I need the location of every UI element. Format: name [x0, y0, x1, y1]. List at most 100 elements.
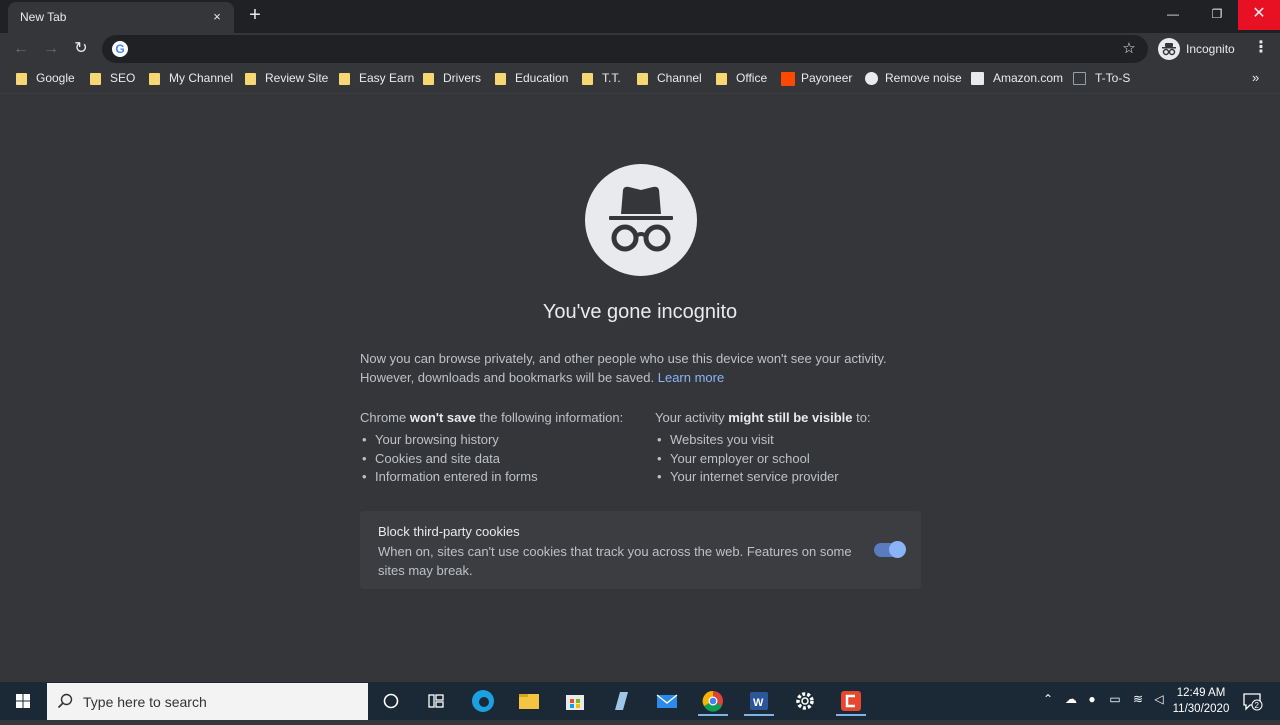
show-hidden-icons[interactable]: ⌃: [1040, 692, 1056, 710]
bookmark-label: Review Site: [265, 71, 329, 85]
list-item: Your employer or school: [655, 450, 925, 469]
search-icon: [57, 693, 73, 709]
maximize-button[interactable]: ❐: [1196, 0, 1238, 30]
globe-icon: [865, 72, 878, 85]
reload-button[interactable]: ↻: [70, 38, 92, 60]
battery-icon[interactable]: ▭: [1106, 692, 1124, 710]
bookmark-star-icon[interactable]: ☆: [1120, 40, 1138, 58]
notification-count: 2: [1255, 701, 1260, 710]
incognito-page: You've gone incognito Now you can browse…: [0, 95, 1280, 682]
microphone-icon[interactable]: ●: [1084, 692, 1100, 710]
bookmark-label: Channel: [657, 71, 702, 85]
folder-icon: [716, 73, 727, 85]
list-item: Information entered in forms: [360, 468, 650, 487]
edge-icon[interactable]: [468, 686, 498, 716]
visible-to-heading: Your activity might still be visible to:: [655, 410, 871, 425]
toggle-knob: [889, 541, 906, 558]
not-saved-column: Chrome won't save the following informat…: [360, 409, 650, 487]
clock-time: 12:49 AM: [1176, 687, 1226, 699]
minimize-button[interactable]: —: [1152, 0, 1194, 30]
bookmark-label: Drivers: [443, 71, 481, 85]
store-icon[interactable]: [560, 686, 590, 716]
bookmark-label: T-To-S: [1095, 71, 1131, 85]
list-item: Your browsing history: [360, 431, 650, 450]
tab-new-tab[interactable]: New Tab ×: [8, 2, 234, 33]
mail-icon[interactable]: [652, 686, 682, 716]
profile-label: Incognito: [1186, 42, 1235, 56]
folder-icon: [495, 73, 506, 85]
bookmarks-more-button[interactable]: »: [1252, 70, 1268, 86]
file-explorer-icon[interactable]: [514, 686, 544, 716]
clock[interactable]: 12:49 AM 11/30/2020: [1168, 685, 1234, 717]
cookie-description: When on, sites can't use cookies that tr…: [378, 544, 852, 578]
notepad-icon[interactable]: [606, 686, 636, 716]
intro-line-1: Now you can browse privately, and other …: [360, 351, 887, 366]
incognito-logo-icon: [585, 164, 697, 276]
bookmark-label: Remove noise: [885, 71, 962, 85]
onedrive-icon[interactable]: ☁: [1062, 692, 1080, 710]
omnibox[interactable]: G ☆: [102, 35, 1148, 63]
toolbar: ← → ↻ G ☆ Incognito ⋮: [0, 33, 1280, 64]
list-item: Cookies and site data: [360, 450, 650, 469]
learn-more-link[interactable]: Learn more: [658, 370, 724, 385]
page-title: You've gone incognito: [542, 301, 738, 323]
visible-to-column: Your activity might still be visible to:…: [655, 409, 925, 487]
cortana-icon[interactable]: [376, 686, 406, 716]
folder-icon: [637, 73, 648, 85]
new-tab-button[interactable]: +: [244, 4, 266, 26]
folder-icon: [90, 73, 101, 85]
bookmark-label: My Channel: [169, 71, 234, 85]
bookmarks-bar: Google SEO My Channel Review Site Easy E…: [0, 64, 1280, 94]
word-icon[interactable]: W: [744, 686, 774, 716]
back-button[interactable]: ←: [10, 38, 32, 60]
folder-icon: [582, 73, 593, 85]
tab-title: New Tab: [20, 10, 67, 24]
settings-icon[interactable]: [790, 686, 820, 716]
tab-close-icon[interactable]: ×: [208, 8, 226, 26]
chrome-icon[interactable]: [698, 686, 728, 716]
folder-icon: [339, 73, 350, 85]
bookmark-label: Office: [736, 71, 768, 85]
list-item: Websites you visit: [655, 431, 925, 450]
start-button[interactable]: [0, 682, 46, 720]
menu-button[interactable]: ⋮: [1250, 38, 1272, 60]
camtasia-icon[interactable]: [836, 686, 866, 716]
bookmark-label: T.T.: [602, 71, 621, 85]
profile-button[interactable]: Incognito: [1156, 37, 1242, 61]
folder-icon: [16, 73, 27, 85]
address-input[interactable]: [136, 39, 1096, 59]
payoneer-icon: [781, 72, 795, 86]
folder-icon: [149, 73, 160, 85]
page-icon: [1073, 72, 1086, 85]
volume-icon[interactable]: ◁: [1151, 692, 1167, 710]
notification-center-icon[interactable]: 2: [1240, 690, 1264, 711]
tab-strip: New Tab × + — ❐ ✕: [0, 0, 1280, 33]
windows-icon: [16, 694, 30, 708]
bookmark-label: SEO: [110, 71, 136, 85]
bookmark-label: Amazon.com: [993, 71, 1064, 85]
taskbar-search[interactable]: Type here to search: [47, 683, 368, 720]
bookmark-label: Google: [36, 71, 75, 85]
bookmark-label: Payoneer: [801, 71, 853, 85]
taskbar: Type here to search W ⌃ ☁ ● ▭ ≋ ◁ 12:49 …: [0, 682, 1280, 720]
forward-button[interactable]: →: [40, 38, 62, 60]
intro-text: Now you can browse privately, and other …: [360, 349, 920, 387]
amazon-icon: [971, 72, 984, 85]
block-cookies-toggle[interactable]: [874, 541, 906, 558]
bookmark-label: Easy Earn: [359, 71, 415, 85]
task-view-icon[interactable]: [421, 686, 451, 716]
cookie-title: Block third-party cookies: [378, 524, 520, 539]
close-window-button[interactable]: ✕: [1238, 0, 1280, 30]
intro-line-2: However, downloads and bookmarks will be…: [360, 370, 655, 385]
cookie-controls-card: Block third-party cookies When on, sites…: [360, 511, 921, 589]
folder-icon: [423, 73, 434, 85]
incognito-avatar-icon: [1158, 38, 1180, 60]
folder-icon: [245, 73, 256, 85]
clock-date: 11/30/2020: [1172, 703, 1230, 715]
search-placeholder: Type here to search: [83, 694, 207, 710]
list-item: Your internet service provider: [655, 468, 925, 487]
google-icon: G: [112, 41, 128, 57]
not-saved-heading: Chrome won't save the following informat…: [360, 410, 624, 425]
wifi-icon[interactable]: ≋: [1129, 692, 1147, 710]
bookmark-label: Education: [515, 71, 569, 85]
